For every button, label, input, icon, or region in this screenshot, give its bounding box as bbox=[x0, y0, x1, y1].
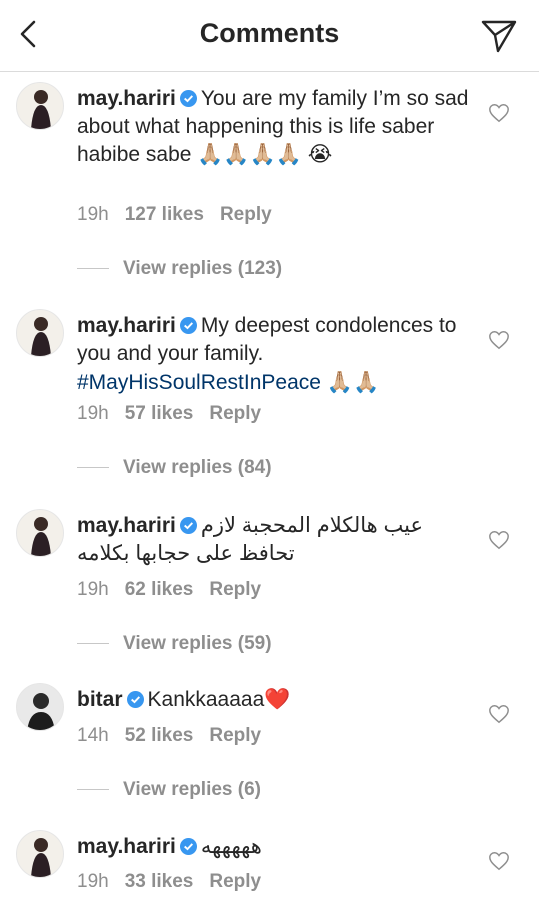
comment-username[interactable]: bitar bbox=[77, 688, 123, 711]
likes-count[interactable]: 127 likes bbox=[125, 204, 204, 225]
reply-button[interactable]: Reply bbox=[209, 725, 261, 746]
comment-time: 19h bbox=[77, 579, 109, 600]
comment-time: 19h bbox=[77, 871, 109, 892]
likes-count[interactable]: 33 likes bbox=[125, 871, 194, 892]
comment-time: 14h bbox=[77, 725, 109, 746]
comment-emoji: 🙏🏼🙏🏼 bbox=[326, 370, 380, 394]
comment-username[interactable]: may.hariri bbox=[77, 835, 176, 858]
verified-badge-icon bbox=[179, 317, 197, 334]
woman-avatar-icon[interactable] bbox=[16, 82, 64, 130]
hashtag-link[interactable]: #MayHisSoulRestInPeace bbox=[77, 371, 321, 394]
reply-button[interactable]: Reply bbox=[220, 204, 272, 225]
divider-line bbox=[77, 467, 109, 469]
reply-button[interactable]: Reply bbox=[209, 871, 261, 892]
comment-text: Kankkaaaaa❤️ bbox=[147, 688, 291, 711]
comment-username[interactable]: may.hariri bbox=[77, 87, 176, 110]
heart-icon[interactable] bbox=[488, 529, 510, 551]
comment-time: 19h bbox=[77, 204, 109, 225]
divider-line bbox=[77, 268, 109, 270]
heart-icon[interactable] bbox=[488, 850, 510, 872]
view-replies-label: View replies (59) bbox=[123, 633, 272, 654]
man-avatar-icon[interactable] bbox=[16, 683, 64, 731]
send-icon[interactable] bbox=[478, 14, 520, 56]
view-replies-label: View replies (6) bbox=[123, 779, 261, 800]
woman-avatar-icon[interactable] bbox=[16, 309, 64, 357]
woman-avatar-icon[interactable] bbox=[16, 830, 64, 878]
page-title: Comments bbox=[199, 18, 340, 48]
heart-icon[interactable] bbox=[488, 703, 510, 725]
comment-time: 19h bbox=[77, 403, 109, 424]
likes-count[interactable]: 57 likes bbox=[125, 403, 194, 424]
view-replies-label: View replies (84) bbox=[123, 457, 272, 478]
view-replies-label: View replies (123) bbox=[123, 258, 283, 279]
reply-button[interactable]: Reply bbox=[209, 579, 261, 600]
header-bar: Comments bbox=[0, 0, 539, 72]
comment-text: هههههه bbox=[200, 835, 262, 858]
comment-username[interactable]: may.hariri bbox=[77, 314, 176, 337]
verified-badge-icon bbox=[126, 691, 144, 708]
view-replies-button[interactable]: View replies (84) bbox=[77, 457, 272, 479]
woman-avatar-icon[interactable] bbox=[16, 509, 64, 557]
likes-count[interactable]: 52 likes bbox=[125, 725, 194, 746]
heart-icon[interactable] bbox=[488, 329, 510, 351]
comment-username[interactable]: may.hariri bbox=[77, 514, 176, 537]
likes-count[interactable]: 62 likes bbox=[125, 579, 194, 600]
view-replies-button[interactable]: View replies (59) bbox=[77, 633, 272, 655]
verified-badge-icon bbox=[179, 517, 197, 534]
view-replies-button[interactable]: View replies (6) bbox=[77, 779, 261, 801]
divider-line bbox=[77, 789, 109, 791]
verified-badge-icon bbox=[179, 90, 197, 107]
heart-icon[interactable] bbox=[488, 102, 510, 124]
verified-badge-icon bbox=[179, 838, 197, 855]
reply-button[interactable]: Reply bbox=[209, 403, 261, 424]
divider-line bbox=[77, 643, 109, 645]
view-replies-button[interactable]: View replies (123) bbox=[77, 258, 282, 280]
